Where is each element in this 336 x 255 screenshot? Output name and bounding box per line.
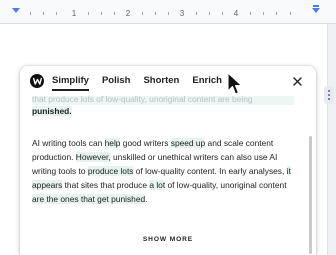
close-icon <box>292 76 302 86</box>
ruler: 1 2 3 4 <box>0 0 336 24</box>
panel-header: Simplify Polish Shorten Enrich <box>20 66 316 96</box>
ruler-number: 4 <box>233 9 239 18</box>
close-button[interactable] <box>290 74 304 88</box>
tab-simplify[interactable]: Simplify <box>52 66 89 96</box>
rewrite-panel: Simplify Polish Shorten Enrich that prod… <box>20 66 316 255</box>
previous-line: punished. <box>32 106 72 116</box>
suggestion-card[interactable]: AI writing tools can help good writers s… <box>32 136 296 206</box>
tab-enrich[interactable]: Enrich <box>192 66 222 96</box>
show-more-button[interactable]: SHOW MORE <box>20 236 316 243</box>
suggestion-text: of low-quality content. In early analyse… <box>133 166 287 177</box>
tab-shorten[interactable]: Shorten <box>143 66 179 96</box>
suggestion-text: of low-quality, unoriginal content <box>165 180 287 191</box>
ruler-number: 3 <box>179 9 185 18</box>
ruler-number: 1 <box>71 9 77 18</box>
tab-polish[interactable]: Polish <box>102 66 131 96</box>
changed-phrase: speed up <box>170 138 206 148</box>
changed-phrase: help <box>104 138 121 148</box>
wordtune-logo-icon <box>30 74 44 88</box>
suggestion-text: . <box>145 194 148 205</box>
ruler-track: 1 2 3 4 <box>18 9 318 19</box>
mouse-pointer-icon <box>227 72 243 95</box>
ruler-number: 2 <box>125 9 131 18</box>
changed-phrase: a lot <box>149 180 166 191</box>
suggestion-text: good writers <box>120 138 171 148</box>
changed-phrase: However, <box>75 152 111 163</box>
previous-suggestion-fragment[interactable]: that produce lots of low-quality, unorig… <box>32 93 294 117</box>
rewrite-tabs: Simplify Polish Shorten Enrich <box>52 66 235 96</box>
suggestion-text: AI writing tools can <box>32 138 105 148</box>
suggestion-text: that sites that produce <box>62 180 150 191</box>
page-margin <box>328 24 336 255</box>
changed-phrase: are the ones that get punished <box>32 194 146 205</box>
changed-phrase: produce lots <box>87 166 134 177</box>
grid-dots-icon[interactable] <box>324 86 334 104</box>
